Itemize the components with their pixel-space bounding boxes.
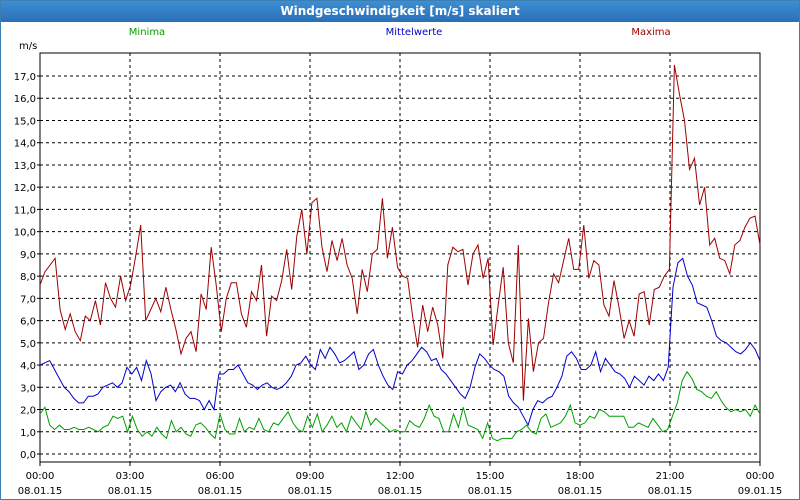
- x-tick-time: 18:00: [566, 471, 595, 482]
- y-tick-label: 17,0: [14, 72, 36, 83]
- x-tick-time: 15:00: [476, 471, 505, 482]
- x-tick-date: 09.01.15: [738, 486, 783, 497]
- x-tick-time: 00:00: [26, 471, 55, 482]
- series-line-minima: [39, 370, 761, 442]
- y-tick-label: 9,0: [20, 250, 36, 261]
- y-tick-label: 13,0: [14, 161, 36, 172]
- y-tick-label: 5,0: [20, 339, 36, 350]
- line-chart: 0,0 1,0 2,0 3,0 4,0 5,0 6,0 7,0 8,0 9,0 10,0 11,0 12…: [14, 27, 783, 497]
- y-tick-label: 6,0: [20, 317, 36, 328]
- y-tick-label: 4,0: [20, 361, 36, 372]
- x-tick-time: 00:00: [746, 471, 775, 482]
- x-tick-date: 08.01.15: [288, 486, 333, 497]
- x-tick-date: 08.01.15: [18, 486, 63, 497]
- y-tick-label: 15,0: [14, 116, 36, 127]
- y-tick-label: 3,0: [20, 383, 36, 394]
- x-tick-date: 08.01.15: [378, 486, 423, 497]
- y-tick-label: 11,0: [14, 205, 36, 216]
- x-tick-time: 09:00: [296, 471, 325, 482]
- legend-minima: Minima: [129, 27, 165, 38]
- y-tick-label: 2,0: [20, 406, 36, 417]
- chart-legend: Minima Mittelwerte Maxima: [129, 27, 671, 38]
- legend-mittelwerte: Mittelwerte: [386, 27, 443, 38]
- y-tick-label: 7,0: [20, 294, 36, 305]
- x-axis: 00:00 08.01.15 03:00 08.01.15 06:00 08.01.15 0…: [18, 462, 783, 497]
- x-tick-date: 08.01.15: [648, 486, 693, 497]
- y-tick-label: 16,0: [14, 94, 36, 105]
- y-axis: 0,0 1,0 2,0 3,0 4,0 5,0 6,0 7,0 8,0 9,0 10,0 11,0 12…: [14, 72, 40, 461]
- y-axis-unit-label: m/s: [19, 41, 37, 52]
- x-tick-time: 12:00: [386, 471, 415, 482]
- x-tick-date: 08.01.15: [558, 486, 603, 497]
- x-tick-date: 08.01.15: [198, 486, 243, 497]
- chart-grid: [40, 53, 760, 462]
- x-tick-time: 03:00: [116, 471, 145, 482]
- legend-maxima: Maxima: [631, 27, 670, 38]
- x-tick-time: 21:00: [656, 471, 685, 482]
- y-tick-label: 10,0: [14, 228, 36, 239]
- x-tick-time: 06:00: [206, 471, 235, 482]
- y-tick-label: 8,0: [20, 272, 36, 283]
- x-tick-date: 08.01.15: [468, 486, 513, 497]
- x-tick-date: 08.01.15: [108, 486, 153, 497]
- y-tick-label: 14,0: [14, 139, 36, 150]
- y-tick-label: 0,0: [20, 450, 36, 461]
- y-tick-label: 1,0: [20, 428, 36, 439]
- y-tick-label: 12,0: [14, 183, 36, 194]
